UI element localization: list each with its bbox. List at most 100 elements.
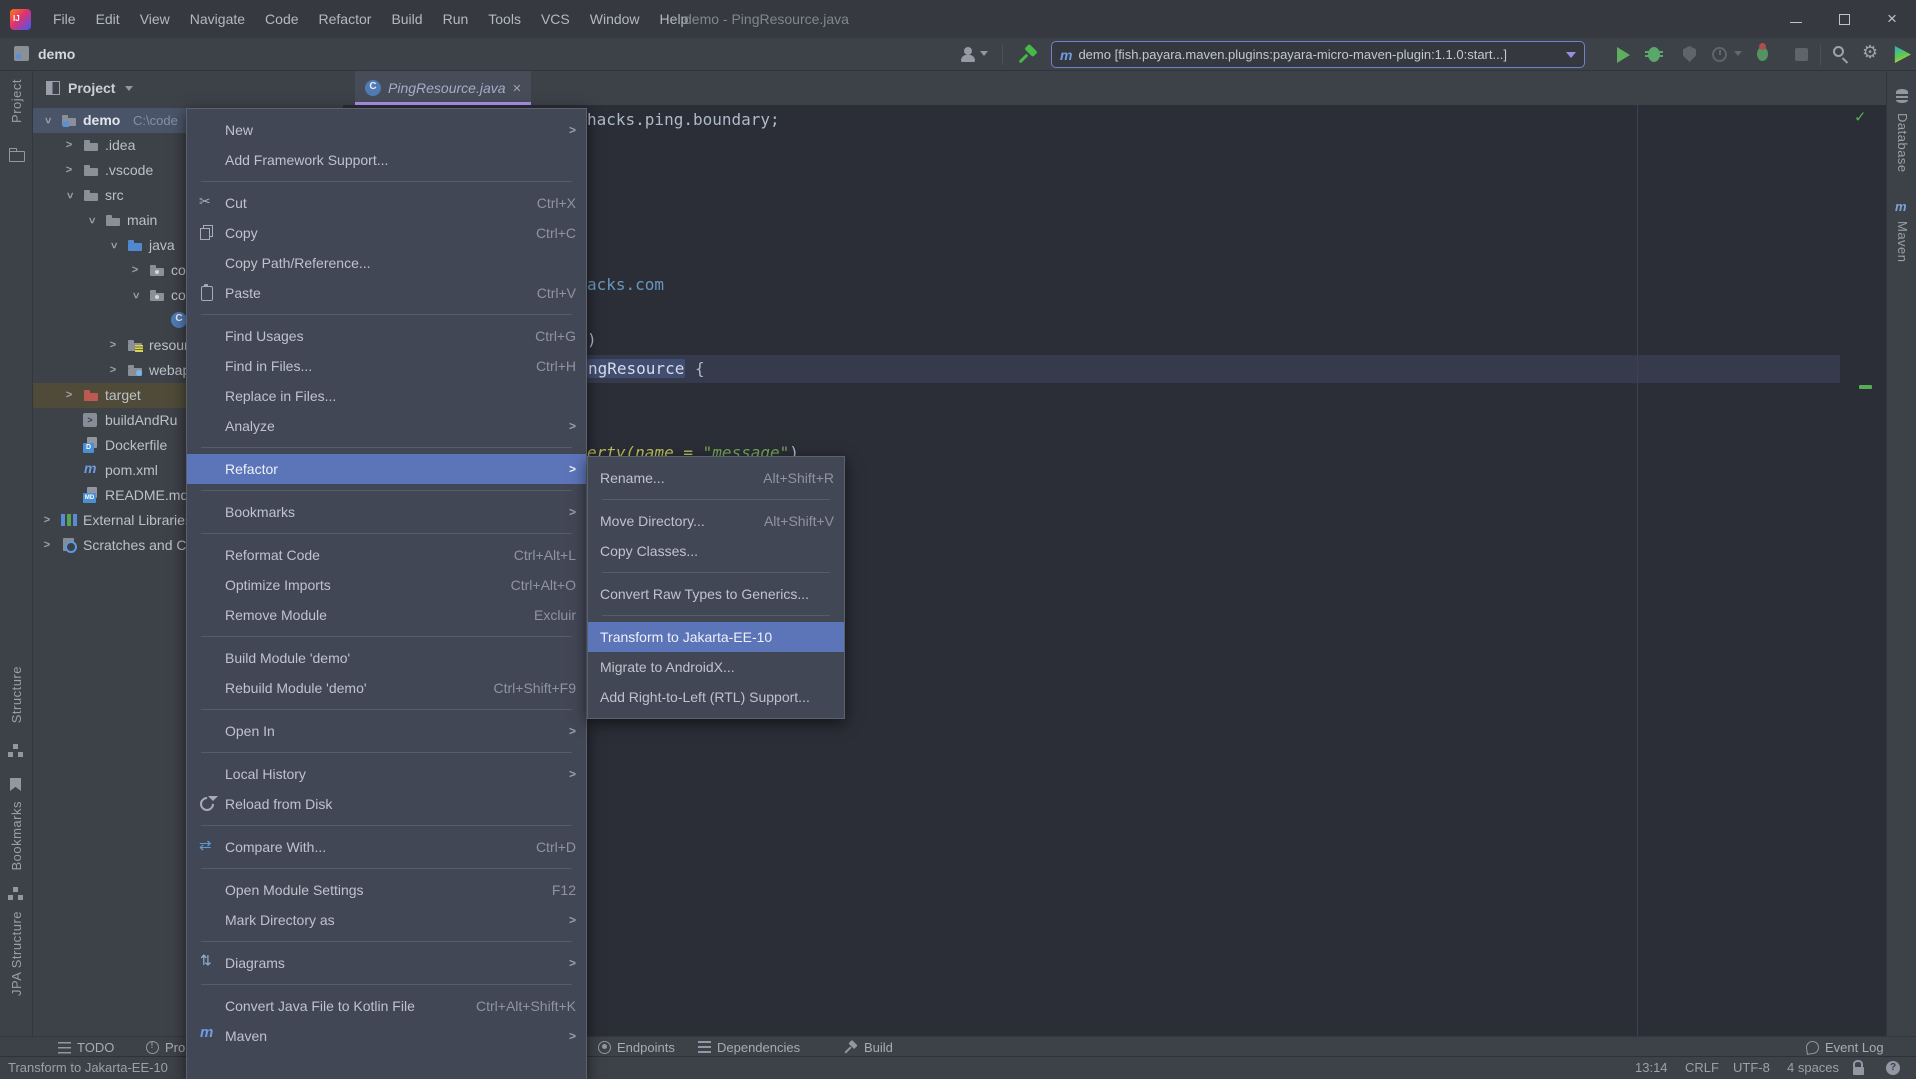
menu-item-reload-from-disk[interactable]: Reload from Disk — [187, 789, 586, 819]
indent-setting[interactable]: 4 spaces — [1787, 1057, 1839, 1079]
chevron-icon[interactable] — [101, 240, 126, 252]
caret-position[interactable]: 13:14 — [1635, 1057, 1668, 1079]
maven-icon[interactable]: m — [1895, 199, 1907, 214]
jpa-structure-icon[interactable] — [8, 886, 24, 902]
minimize-button[interactable] — [1772, 0, 1820, 38]
menu-item-convert-raw-types[interactable]: Convert Raw Types to Generics... — [588, 579, 844, 609]
menu-item-remove-module[interactable]: Remove ModuleExcluir — [187, 600, 586, 630]
chevron-icon[interactable] — [129, 258, 141, 283]
tool-button-event-log[interactable]: Event Log — [1806, 1037, 1884, 1057]
menu-item-maven[interactable]: Maven> — [187, 1021, 586, 1051]
menu-item-copy-classes[interactable]: Copy Classes... — [588, 536, 844, 566]
chevron-icon[interactable] — [41, 508, 53, 533]
menu-item-reformat-code[interactable]: Reformat CodeCtrl+Alt+L — [187, 540, 586, 570]
run-button[interactable] — [1617, 47, 1630, 63]
folder-icon[interactable] — [8, 146, 24, 162]
tool-button-jpa-structure[interactable]: JPA Structure — [9, 911, 24, 996]
chevron-icon[interactable] — [41, 533, 53, 558]
menu-item-open-in[interactable]: Open In> — [187, 716, 586, 746]
tool-button-build[interactable]: Build — [845, 1037, 893, 1057]
menu-item-rename[interactable]: Rename...Alt+Shift+R — [588, 463, 844, 493]
menu-item-new[interactable]: New> — [187, 115, 586, 145]
debug-button[interactable] — [1648, 47, 1660, 62]
inspections-ok-icon[interactable]: ✓ — [1855, 107, 1865, 127]
menu-item-rebuild-module[interactable]: Rebuild Module 'demo'Ctrl+Shift+F9 — [187, 673, 586, 703]
menu-item-find-usages[interactable]: Find UsagesCtrl+G — [187, 321, 586, 351]
menu-window[interactable]: Window — [580, 0, 650, 38]
sources-folder-icon — [127, 237, 143, 253]
run-configuration-select[interactable]: m demo [fish.payara.maven.plugins:payara… — [1051, 41, 1585, 68]
menu-item-replace-in-files[interactable]: Replace in Files... — [187, 381, 586, 411]
menu-item-bookmarks[interactable]: Bookmarks> — [187, 497, 586, 527]
chevron-icon[interactable] — [123, 290, 148, 302]
tool-button-maven[interactable]: Maven — [1895, 221, 1910, 263]
menu-item-open-module-settings[interactable]: Open Module SettingsF12 — [187, 875, 586, 905]
menu-item-transform-to-jakarta-ee-10[interactable]: Transform to Jakarta-EE-10 — [588, 622, 844, 652]
chevron-icon[interactable] — [63, 158, 75, 183]
tool-button-bookmarks[interactable]: Bookmarks — [9, 801, 24, 871]
file-encoding[interactable]: UTF-8 — [1733, 1057, 1770, 1079]
bookmark-icon[interactable] — [10, 778, 21, 791]
attach-debugger-button[interactable] — [1757, 47, 1768, 61]
menu-separator — [602, 572, 830, 573]
menu-item-convert-java-to-kotlin[interactable]: Convert Java File to Kotlin FileCtrl+Alt… — [187, 991, 586, 1021]
menu-vcs[interactable]: VCS — [531, 0, 580, 38]
close-button[interactable]: × — [1868, 0, 1916, 38]
menu-item-diagrams[interactable]: Diagrams> — [187, 948, 586, 978]
close-tab-icon[interactable]: × — [513, 81, 522, 96]
menu-build[interactable]: Build — [381, 0, 432, 38]
search-everywhere-icon[interactable] — [1833, 46, 1844, 57]
tool-button-database[interactable]: Database — [1895, 113, 1910, 173]
chevron-icon[interactable] — [63, 383, 75, 408]
tool-button-structure[interactable]: Structure — [9, 666, 24, 723]
chevron-icon[interactable] — [79, 215, 104, 227]
menu-run[interactable]: Run — [433, 0, 479, 38]
menu-item-migrate-to-androidx[interactable]: Migrate to AndroidX... — [588, 652, 844, 682]
database-icon[interactable] — [1896, 89, 1908, 103]
menu-refactor[interactable]: Refactor — [309, 0, 382, 38]
chevron-icon[interactable] — [107, 333, 119, 358]
chevron-icon[interactable] — [35, 115, 60, 127]
chevron-icon[interactable] — [57, 190, 82, 202]
menu-view[interactable]: View — [130, 0, 180, 38]
menu-code[interactable]: Code — [255, 0, 308, 38]
navbar-project[interactable]: demo — [38, 38, 75, 71]
menu-item-local-history[interactable]: Local History> — [187, 759, 586, 789]
menu-item-find-in-files[interactable]: Find in Files...Ctrl+H — [187, 351, 586, 381]
unlock-icon[interactable] — [1853, 1063, 1865, 1075]
menu-tools[interactable]: Tools — [478, 0, 531, 38]
chevron-icon[interactable] — [107, 358, 119, 383]
menu-edit[interactable]: Edit — [86, 0, 130, 38]
menu-item-analyze[interactable]: Analyze> — [187, 411, 586, 441]
tool-button-endpoints[interactable]: Endpoints — [598, 1037, 675, 1057]
user-dropdown-icon[interactable] — [980, 51, 988, 56]
line-separator[interactable]: CRLF — [1685, 1057, 1719, 1079]
menu-item-cut[interactable]: CutCtrl+X — [187, 188, 586, 218]
tool-button-project[interactable]: Project — [9, 79, 24, 123]
menu-file[interactable]: File — [43, 0, 86, 38]
menu-item-build-module[interactable]: Build Module 'demo' — [187, 643, 586, 673]
tool-button-dependencies[interactable]: Dependencies — [698, 1037, 800, 1057]
maximize-button[interactable] — [1820, 0, 1868, 38]
settings-gear-icon[interactable]: ⚙ — [1862, 42, 1878, 63]
menu-item-mark-directory-as[interactable]: Mark Directory as> — [187, 905, 586, 935]
help-gear-icon[interactable] — [1886, 1061, 1900, 1075]
menu-item-add-rtl-support[interactable]: Add Right-to-Left (RTL) Support... — [588, 682, 844, 712]
tab-pingresource[interactable]: PingResource.java × — [355, 71, 531, 105]
menu-item-refactor[interactable]: Refactor> — [187, 454, 586, 484]
menu-navigate[interactable]: Navigate — [180, 0, 255, 38]
build-hammer-icon[interactable] — [1018, 45, 1038, 65]
menu-item-move-directory[interactable]: Move Directory...Alt+Shift+V — [588, 506, 844, 536]
menu-item-optimize-imports[interactable]: Optimize ImportsCtrl+Alt+O — [187, 570, 586, 600]
menu-item-copy[interactable]: CopyCtrl+C — [187, 218, 586, 248]
tool-button-todo[interactable]: TODO — [58, 1037, 114, 1057]
chevron-icon[interactable] — [63, 133, 75, 158]
menu-item-paste[interactable]: PasteCtrl+V — [187, 278, 586, 308]
user-icon[interactable] — [960, 46, 976, 62]
project-panel-header[interactable]: Project — [33, 71, 343, 105]
menu-item-add-framework-support[interactable]: Add Framework Support... — [187, 145, 586, 175]
menu-item-compare-with[interactable]: Compare With...Ctrl+D — [187, 832, 586, 862]
menu-item-copy-path[interactable]: Copy Path/Reference... — [187, 248, 586, 278]
ide-plugin-icon[interactable] — [1894, 46, 1911, 63]
structure-icon[interactable] — [8, 743, 24, 759]
